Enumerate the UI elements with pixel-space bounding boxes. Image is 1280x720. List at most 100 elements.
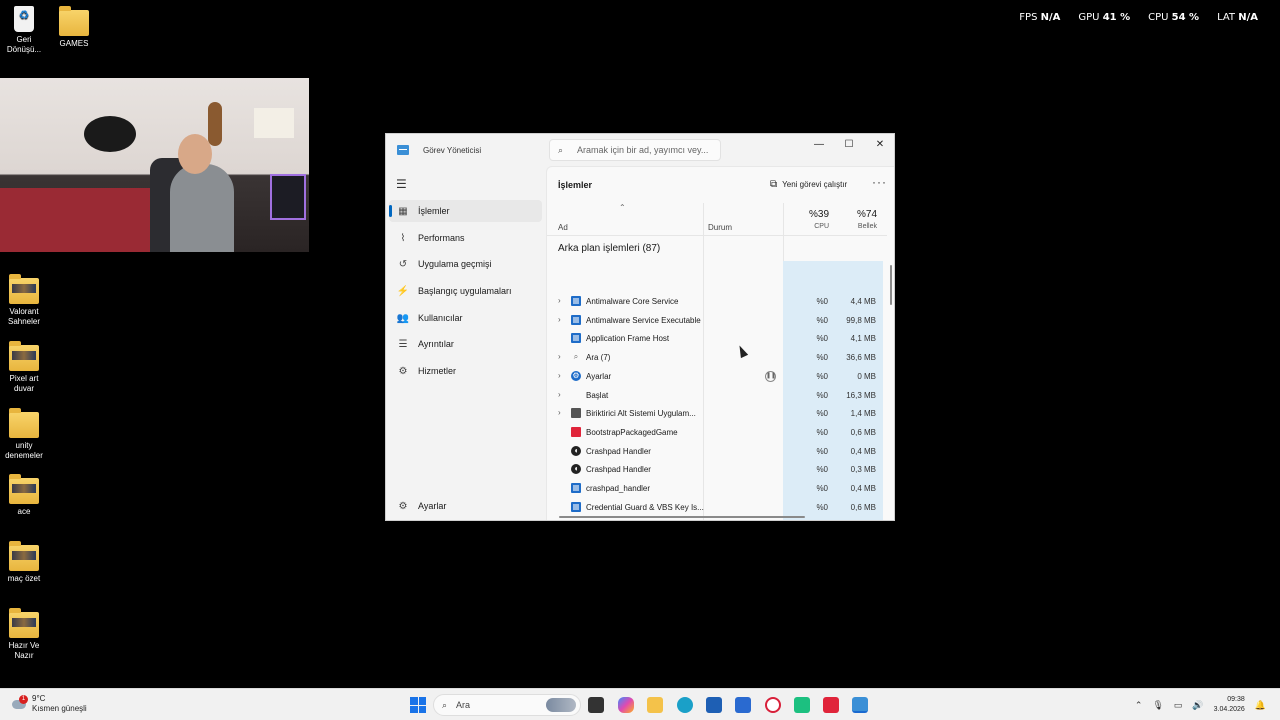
mac-ozet-folder[interactable]: maç özet <box>0 541 48 584</box>
vertical-scrollbar[interactable] <box>890 265 892 305</box>
column-status[interactable]: Durum <box>708 223 732 232</box>
table-row[interactable]: Application Frame Host %0 4,1 MB <box>547 330 887 348</box>
weather-widget[interactable]: 1 9°C Kısmen güneşli <box>12 694 87 714</box>
process-cpu: %0 <box>816 465 828 475</box>
store-icon[interactable] <box>706 697 722 713</box>
table-row[interactable]: ◖ Crashpad Handler %0 0,4 MB <box>547 443 887 461</box>
close-button[interactable]: ✕ <box>865 136 894 154</box>
column-memory[interactable]: %74 Bellek <box>831 209 877 230</box>
chevron-right-icon[interactable]: › <box>558 371 561 380</box>
nav-processes[interactable]: ▦ İşlemler <box>389 200 542 222</box>
edge-icon[interactable] <box>677 697 693 713</box>
riot-icon[interactable] <box>823 697 839 713</box>
search-highlight-image <box>546 698 576 712</box>
processes-icon: ▦ <box>398 205 408 217</box>
copilot-icon[interactable] <box>618 697 634 713</box>
app-window-icon <box>571 333 581 344</box>
weather-condition: Kısmen güneşli <box>32 704 87 713</box>
weather-icon: 1 <box>12 695 28 712</box>
task-view-icon[interactable] <box>588 697 604 713</box>
process-memory: 0,3 MB <box>850 465 876 475</box>
chevron-right-icon[interactable]: › <box>558 352 561 361</box>
history-icon: ↺ <box>398 258 408 270</box>
task-manager-taskbar-icon[interactable] <box>852 697 868 713</box>
weather-temperature: 9°C <box>32 694 46 703</box>
nav-details[interactable]: ☰ Ayrıntılar <box>389 333 542 355</box>
file-explorer-icon[interactable] <box>647 697 663 713</box>
process-name: Crashpad Handler <box>586 465 651 475</box>
chevron-right-icon[interactable]: › <box>558 296 561 305</box>
column-name[interactable]: Ad <box>558 223 568 232</box>
process-name: Antimalware Service Executable <box>586 315 701 325</box>
hazir-folder[interactable]: Hazır Ve Nazır <box>0 608 48 661</box>
app-icon[interactable] <box>794 697 810 713</box>
volume-icon[interactable]: 🔊 <box>1192 700 1203 711</box>
table-row[interactable]: crashpad_handler %0 0,4 MB <box>547 480 887 498</box>
table-row[interactable]: › ⌕ Ara (7) %0 36,6 MB <box>547 349 887 367</box>
table-row[interactable]: › Antimalware Core Service %0 4,4 MB <box>547 293 887 311</box>
network-icon[interactable]: ▭ <box>1174 700 1183 711</box>
table-row[interactable]: ◖ Crashpad Handler %0 0,3 MB <box>547 461 887 479</box>
maximize-button[interactable]: ☐ <box>834 136 864 154</box>
run-new-task-button[interactable]: ⧉ Yeni görevi çalıştır <box>770 179 847 190</box>
pixel-art-folder[interactable]: Pixel art duvar <box>0 341 48 394</box>
folder-icon <box>9 274 39 304</box>
games-folder[interactable]: GAMES <box>50 6 98 49</box>
nav-app-history[interactable]: ↺ Uygulama geçmişi <box>389 253 542 275</box>
app-window-icon <box>571 483 581 493</box>
process-memory: 99,8 MB <box>846 315 876 325</box>
process-name: Ayarlar <box>586 371 612 381</box>
process-name: Başlat <box>586 390 609 400</box>
folder-icon <box>9 474 39 504</box>
start-button[interactable] <box>410 697 426 713</box>
minimize-button[interactable]: — <box>804 136 834 154</box>
hamburger-menu-icon[interactable]: ☰ <box>396 177 407 191</box>
ace-folder[interactable]: ace <box>0 474 48 517</box>
table-row[interactable]: › Biriktirici Alt Sistemi Uygulam... %0 1,4… <box>547 405 887 423</box>
unity-folder[interactable]: unity denemeler <box>0 408 48 461</box>
chevron-right-icon[interactable]: › <box>558 408 561 417</box>
more-options-button[interactable]: ··· <box>872 175 887 189</box>
process-cpu: %0 <box>816 390 828 400</box>
process-memory: 16,3 MB <box>846 390 876 400</box>
taskbar-search[interactable]: ⌕ Ara <box>433 694 581 716</box>
nav-startup-apps[interactable]: ⚡ Başlangıç uygulamaları <box>389 280 542 302</box>
search-box[interactable]: ⌕ <box>549 139 721 161</box>
crashpad-icon: ◖ <box>571 445 581 456</box>
process-name: Crashpad Handler <box>586 446 651 456</box>
title-bar[interactable]: Görev Yöneticisi ⌕ — ☐ ✕ <box>386 134 894 166</box>
column-cpu[interactable]: %39 CPU <box>783 209 829 230</box>
chevron-right-icon[interactable]: › <box>558 390 561 399</box>
clock[interactable]: 09:38 3.04.2026 <box>1214 695 1245 715</box>
process-cpu: %0 <box>816 297 828 306</box>
process-cpu: %0 <box>816 334 828 344</box>
table-row[interactable]: › Başlat %0 16,3 MB <box>547 387 887 405</box>
opera-icon[interactable] <box>765 697 781 713</box>
table-row[interactable]: BootstrapPackagedGame %0 0,6 MB <box>547 424 887 442</box>
table-row[interactable]: › ⚙ Ayarlar ❚❚ %0 0 MB <box>547 368 887 386</box>
sort-caret-icon: ⌃ <box>619 203 626 212</box>
folder-icon <box>9 341 39 371</box>
notification-badge: 1 <box>19 695 28 704</box>
valorant-folder[interactable]: Valorant Sahneler <box>0 274 48 327</box>
cpu-stat: CPU 54 % <box>1148 12 1200 23</box>
nav-settings[interactable]: ⚙ Ayarlar <box>389 495 542 517</box>
nav-services[interactable]: ⚙ Hizmetler <box>389 360 542 382</box>
process-cpu: %0 <box>816 427 828 437</box>
process-cpu: %0 <box>816 502 828 512</box>
fps-stat: FPS N/A <box>1019 12 1061 23</box>
search-input[interactable] <box>577 145 717 155</box>
chevron-right-icon[interactable]: › <box>558 315 561 324</box>
chevron-up-icon[interactable]: ⌃ <box>1135 700 1143 711</box>
microphone-icon[interactable]: 🎙 <box>1152 700 1163 711</box>
outlook-icon[interactable] <box>735 697 751 713</box>
notifications-icon[interactable]: 🔔 <box>1255 700 1266 711</box>
table-row[interactable]: › Antimalware Service Executable %0 99,8 MB <box>547 312 887 330</box>
process-memory: 0,6 MB <box>850 427 876 437</box>
nav-users[interactable]: 👥 Kullanıcılar <box>389 307 542 329</box>
recycle-bin-shortcut[interactable]: Geri Dönüşü... <box>0 6 48 55</box>
nav-performance[interactable]: ⌇ Performans <box>389 227 542 249</box>
process-name: crashpad_handler <box>586 484 651 493</box>
horizontal-scrollbar[interactable] <box>559 516 805 518</box>
table-row[interactable]: Credential Guard & VBS Key Is... %0 0,6 MB <box>547 499 887 517</box>
